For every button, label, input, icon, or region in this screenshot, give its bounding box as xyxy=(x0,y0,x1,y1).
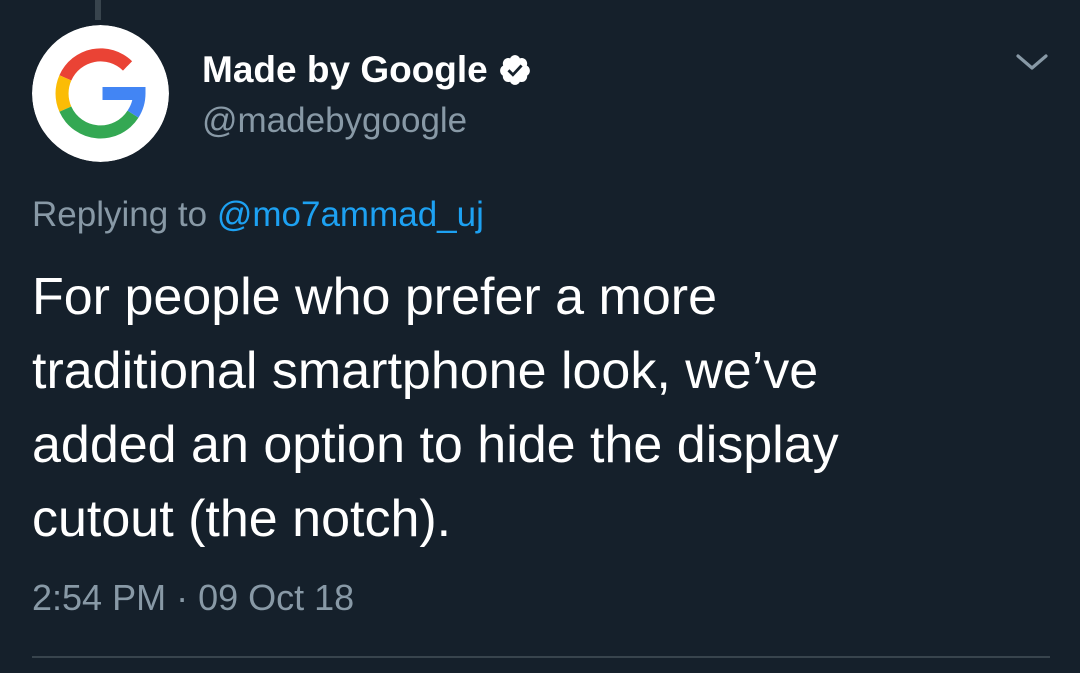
replying-to-line: Replying to @mo7ammad_uj xyxy=(32,195,484,235)
google-g-logo-icon xyxy=(32,25,169,162)
tweet-timestamp[interactable]: 2:54 PM · 09 Oct 18 xyxy=(32,577,354,619)
author-handle[interactable]: @madebygoogle xyxy=(202,101,467,141)
tweet-time: 2:54 PM xyxy=(32,577,167,618)
meta-separator: · xyxy=(176,577,189,618)
divider xyxy=(32,656,1050,658)
chevron-down-icon[interactable] xyxy=(1014,50,1050,74)
replying-to-label: Replying to xyxy=(32,195,208,234)
reply-mention-link[interactable]: @mo7ammad_uj xyxy=(217,195,484,234)
tweet-text-line: For people who prefer a more xyxy=(32,268,718,326)
tweet-text-line: added an option to hide the display xyxy=(32,416,839,474)
tweet-text-line: traditional smartphone look, we’ve xyxy=(32,342,819,400)
avatar[interactable] xyxy=(32,25,169,162)
tweet-date: 09 Oct 18 xyxy=(198,577,355,618)
tweet-text-line: cutout (the notch). xyxy=(32,490,452,548)
tweet-text: For people who prefer a more traditional… xyxy=(32,260,1052,556)
verified-badge-icon xyxy=(499,55,530,85)
author-display-name[interactable]: Made by Google xyxy=(202,49,488,91)
author-name-row[interactable]: Made by Google xyxy=(202,45,532,95)
thread-connector-line xyxy=(95,0,101,20)
